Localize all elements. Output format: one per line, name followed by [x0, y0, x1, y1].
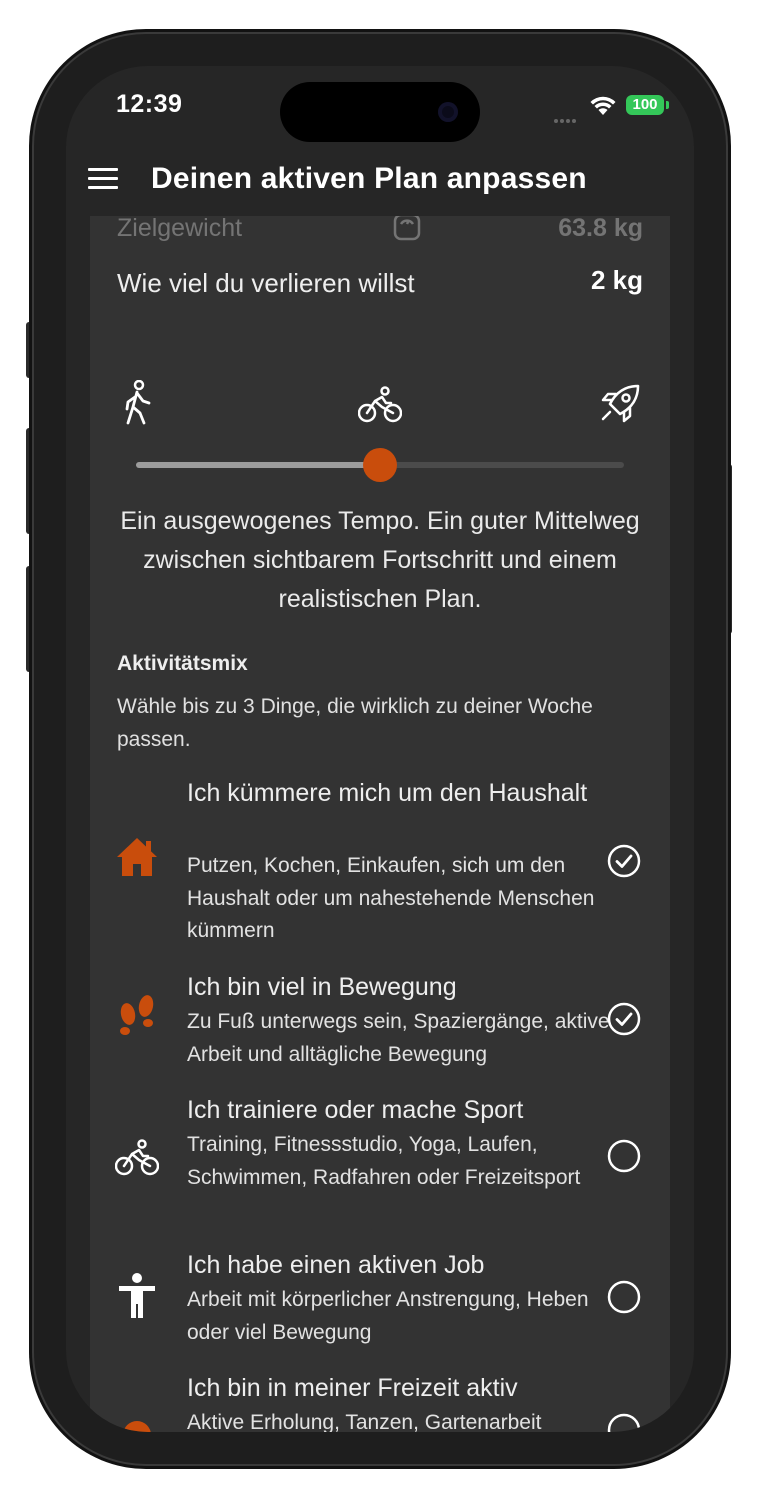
activity-title: Ich bin viel in Bewegung	[187, 973, 457, 1001]
person-standing-icon	[119, 1273, 155, 1318]
house-icon	[117, 838, 157, 876]
activity-title: Ich bin in meiner Freizeit aktiv	[187, 1374, 518, 1402]
activity-description: Zu Fuß unterwegs sein, Spaziergänge, akt…	[187, 1010, 610, 1066]
activity-description: Training, Fitnessstudio, Yoga, Laufen, S…	[187, 1133, 581, 1189]
activity-item-movement[interactable]: Ich bin viel in Bewegung Zu Fuß unterweg…	[90, 968, 670, 1078]
activity-description: Putzen, Kochen, Einkaufen, sich um den H…	[187, 854, 595, 942]
bicycle-icon[interactable]	[358, 386, 402, 424]
front-camera	[438, 102, 458, 122]
unchecked-circle-icon[interactable]	[607, 1280, 641, 1314]
action-button	[26, 322, 32, 378]
app-bar: Deinen aktiven Plan anpassen	[66, 146, 694, 216]
power-button	[726, 464, 732, 634]
activity-item-leisure[interactable]: Ich bin in meiner Freizeit aktiv Aktive …	[90, 1369, 670, 1432]
activity-mix-description: Wähle bis zu 3 Dinge, die wirklich zu de…	[117, 695, 593, 751]
activity-item-household[interactable]: Ich kümmere mich um den Haushalt Putzen,…	[90, 774, 670, 954]
activity-title: Ich habe einen aktiven Job	[187, 1251, 485, 1279]
walking-icon[interactable]	[120, 380, 156, 426]
activity-description: Aktive Erholung, Tanzen, Gartenarbeit	[187, 1411, 542, 1432]
volume-up-button	[26, 428, 32, 534]
unchecked-circle-icon[interactable]	[607, 1139, 641, 1173]
plan-card: Zielgewicht 63.8 kg Wie viel du verliere…	[90, 213, 670, 1432]
pace-description: Ein ausgewogenes Tempo. Ein guter Mittel…	[120, 507, 640, 613]
pace-slider-thumb[interactable]	[363, 448, 397, 482]
activity-item-sport[interactable]: Ich trainiere oder mache Sport Training,…	[90, 1091, 670, 1231]
target-weight-row: Zielgewicht 63.8 kg	[117, 213, 643, 246]
activity-title: Ich kümmere mich um den Haushalt	[187, 779, 588, 807]
activity-item-active-job[interactable]: Ich habe einen aktiven Job Arbeit mit kö…	[90, 1246, 670, 1356]
activity-description: Arbeit mit körperlicher Anstrengung, Heb…	[187, 1288, 589, 1344]
lose-amount-label: Wie viel du verlieren willst	[117, 268, 415, 298]
status-time: 12:39	[116, 90, 183, 118]
activity-title: Ich trainiere oder mache Sport	[187, 1096, 524, 1124]
leisure-icon	[123, 1421, 151, 1432]
battery-tip	[666, 101, 669, 109]
activity-mix-title: Aktivitätsmix	[117, 652, 248, 675]
battery-indicator: 100	[626, 95, 664, 115]
unchecked-circle-icon[interactable]	[607, 1413, 641, 1432]
cellular-signal-icon	[554, 110, 578, 128]
hamburger-menu-icon[interactable]	[88, 168, 118, 195]
rocket-icon[interactable]	[598, 382, 642, 426]
target-weight-value: 63.8 kg	[558, 214, 643, 242]
lose-amount-value: 2 kg	[590, 265, 643, 295]
app-screen: 12:39 100 Deinen aktiven Plan anpassen Z…	[66, 66, 694, 1432]
checked-circle-icon[interactable]	[607, 844, 641, 878]
dynamic-island	[280, 82, 480, 142]
pace-slider[interactable]	[136, 448, 624, 482]
target-weight-label: Zielgewicht	[117, 214, 243, 242]
volume-down-button	[26, 566, 32, 672]
checked-circle-icon[interactable]	[607, 1002, 641, 1036]
scale-icon	[393, 213, 421, 241]
pace-slider-fill	[136, 462, 380, 468]
wifi-icon	[590, 96, 616, 115]
bicycle-icon	[115, 1139, 159, 1176]
status-bar: 12:39 100	[66, 66, 694, 146]
page-title: Deinen aktiven Plan anpassen	[151, 162, 587, 195]
footprints-icon	[120, 995, 154, 1035]
